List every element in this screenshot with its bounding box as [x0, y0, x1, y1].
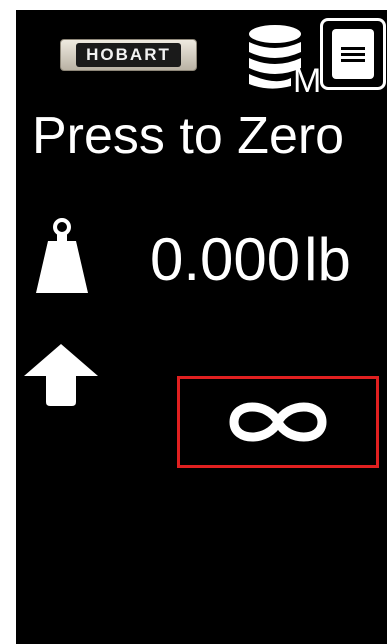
hobart-logo: HOBART	[60, 39, 197, 71]
menu-button[interactable]	[320, 18, 386, 90]
scale-screen: HOBART M Press to Zero 0.000lb	[16, 10, 387, 644]
arrow-up-icon[interactable]	[22, 342, 100, 408]
logo-text: HOBART	[76, 43, 181, 67]
weight-readout: 0.000lb	[150, 225, 351, 295]
database-m-icon[interactable]: M	[245, 22, 321, 94]
infinity-button[interactable]	[177, 376, 379, 468]
menu-icon	[332, 29, 374, 79]
weight-unit: lb	[304, 226, 351, 293]
weight-value: 0.000	[150, 226, 301, 293]
page-title[interactable]: Press to Zero	[32, 106, 344, 166]
infinity-icon	[229, 402, 327, 442]
db-letter: M	[293, 62, 321, 94]
weight-icon	[36, 218, 88, 293]
